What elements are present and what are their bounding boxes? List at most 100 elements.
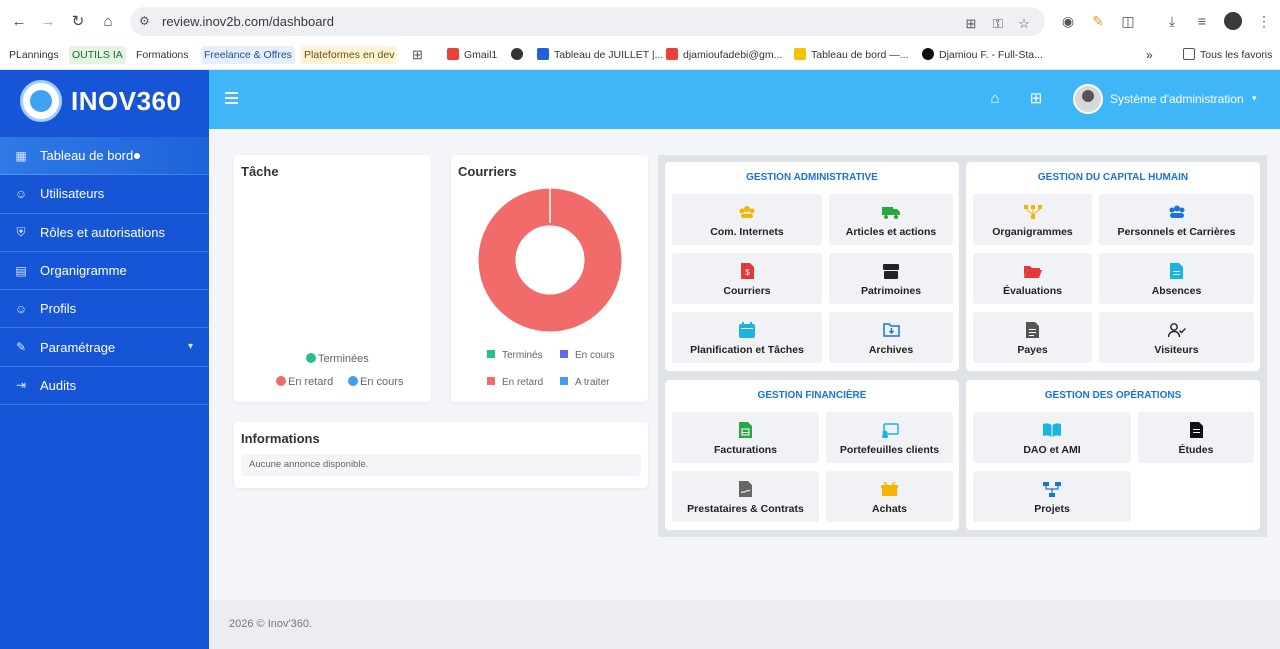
address-bar[interactable]: ⚙ review.inov2b.com/dashboard ⊞ ⚿ ☆ xyxy=(130,7,1045,36)
sidebar-item-organigramme[interactable]: ▤ Organigramme xyxy=(0,252,209,291)
sidebar-item-label: Utilisateurs xyxy=(40,186,105,202)
tile-articles-actions[interactable]: Articles et actions xyxy=(829,194,953,245)
tile-etudes[interactable]: Études xyxy=(1138,412,1254,463)
legend-terminees[interactable]: Terminées xyxy=(306,353,369,365)
active-indicator xyxy=(134,152,141,159)
legend-swatch xyxy=(560,377,568,385)
tile-com-internets[interactable]: Com. Internets xyxy=(672,194,822,245)
tile-prestataires-contrats[interactable]: Prestataires & Contrats xyxy=(672,471,819,522)
bookmark-djamiou-gmail[interactable]: djamioufadebi@gm... xyxy=(663,46,785,64)
bookmarks-bar: PLannings OUTILS IA Formations Freelance… xyxy=(0,42,1280,70)
org-chart-icon xyxy=(973,204,1092,220)
sidebar-item-audits[interactable]: ⇥ Audits xyxy=(0,367,209,406)
bookmark-plannings[interactable]: PLannings xyxy=(6,46,62,64)
bookmark-tableau-juillet[interactable]: Tableau de JUILLET |... xyxy=(534,46,666,64)
hamburger-menu-icon[interactable] xyxy=(225,92,238,104)
tile-facturations[interactable]: Facturations xyxy=(672,412,819,463)
panel-gestion-financiere: GESTION FINANCIÈRE Facturations Portefeu… xyxy=(665,380,959,530)
apps-grid-icon[interactable]: ⊞ xyxy=(409,46,426,64)
logo[interactable]: INOV360 xyxy=(20,80,181,122)
all-bookmarks-button[interactable]: Tous les favoris xyxy=(1180,46,1275,64)
bookmark-outils-ia[interactable]: OUTILS IA xyxy=(69,46,126,64)
tile-archives[interactable]: Archives xyxy=(829,312,953,363)
camera-icon[interactable]: ◉ xyxy=(1059,12,1077,30)
tile-evaluations[interactable]: Évaluations xyxy=(973,253,1092,304)
extensions-icon[interactable]: ◫ xyxy=(1119,12,1137,30)
courriers-card: Courriers Terminés En cours En retard A … xyxy=(451,155,648,402)
globe-bookmark-icon[interactable] xyxy=(508,46,531,64)
legend-swatch xyxy=(487,377,495,385)
sidebar-item-roles[interactable]: ⛨ Rôles et autorisations xyxy=(0,214,209,252)
sidebar-item-profils[interactable]: ☺ Profils xyxy=(0,290,209,329)
dashboard-bookmark-icon xyxy=(794,48,806,60)
home-icon[interactable]: ⌂ xyxy=(985,88,1005,108)
more-bookmarks-button[interactable]: » xyxy=(1143,46,1156,64)
legend-swatch xyxy=(348,376,358,386)
informations-title: Informations xyxy=(241,431,320,446)
bookmark-star-icon[interactable]: ☆ xyxy=(1016,16,1032,32)
tache-title: Tâche xyxy=(241,164,279,179)
legend-en-cours[interactable]: En cours xyxy=(560,350,614,361)
chevron-down-icon[interactable]: ▾ xyxy=(1252,93,1257,104)
tile-absences[interactable]: Absences xyxy=(1099,253,1254,304)
tile-dao-ami[interactable]: DAO et AMI xyxy=(973,412,1131,463)
invoice-file-icon: $ xyxy=(672,263,822,279)
profile-avatar[interactable] xyxy=(1224,12,1242,30)
modules-area: GESTION ADMINISTRATIVE Com. Internets Ar… xyxy=(658,155,1267,537)
media-control-icon[interactable]: ≡ xyxy=(1193,12,1211,30)
upwork-icon xyxy=(922,48,934,60)
folder-open-icon xyxy=(973,263,1092,279)
tile-visiteurs[interactable]: Visiteurs xyxy=(1099,312,1254,363)
legend-en-retard[interactable]: En retard xyxy=(276,376,333,388)
legend-a-traiter[interactable]: A traiter xyxy=(560,377,609,388)
password-key-icon[interactable]: ⚿ xyxy=(990,16,1006,32)
page-footer: 2026 © Inov'360. xyxy=(209,600,1280,649)
bookmark-gmail[interactable]: Gmail1 xyxy=(444,46,500,64)
legend-en-retard[interactable]: En retard xyxy=(487,377,543,388)
panel-title: GESTION FINANCIÈRE xyxy=(757,390,867,401)
tile-organigrammes[interactable]: Organigrammes xyxy=(973,194,1092,245)
courriers-donut-chart[interactable] xyxy=(477,187,623,333)
tile-planification[interactable]: Planification et Tâches xyxy=(672,312,822,363)
sidebar-menu: ▦ Tableau de bord ☺ Utilisateurs ⛨ Rôles… xyxy=(0,137,209,406)
legend-termines[interactable]: Terminés xyxy=(487,350,543,361)
tile-label: Achats xyxy=(871,503,907,515)
reload-icon[interactable]: ↻ xyxy=(68,11,88,31)
site-info-icon[interactable]: ⚙ xyxy=(139,14,153,28)
tile-courriers[interactable]: $ Courriers xyxy=(672,253,822,304)
legend-en-cours[interactable]: En cours xyxy=(348,376,403,388)
user-name[interactable]: Système d'administration xyxy=(1110,92,1244,106)
back-icon[interactable]: ← xyxy=(9,11,29,31)
bookmark-upwork[interactable]: Djamiou F. - Full-Sta... xyxy=(919,46,1046,64)
translate-icon[interactable]: ⊞ xyxy=(963,16,979,32)
tile-payes[interactable]: Payes xyxy=(973,312,1092,363)
bookmark-plateformes[interactable]: Plateformes en dev xyxy=(301,46,398,64)
sidebar-item-utilisateurs[interactable]: ☺ Utilisateurs xyxy=(0,175,209,214)
download-icon[interactable]: ⤓ xyxy=(1163,12,1181,30)
apps-add-icon[interactable]: ⊞ xyxy=(1026,88,1046,108)
document-icon xyxy=(1138,422,1254,438)
tile-patrimoines[interactable]: Patrimoines xyxy=(829,253,953,304)
sidebar-item-label: Rôles et autorisations xyxy=(40,224,166,240)
tile-portefeuilles-clients[interactable]: Portefeuilles clients xyxy=(826,412,953,463)
bookmark-freelance[interactable]: Freelance & Offres xyxy=(201,46,295,64)
home-icon[interactable]: ⌂ xyxy=(98,11,118,31)
tile-personnels-carrieres[interactable]: Personnels et Carrières xyxy=(1099,194,1254,245)
tile-projets[interactable]: Projets xyxy=(973,471,1131,522)
panel-gestion-capital-humain: GESTION DU CAPITAL HUMAIN Organigrammes … xyxy=(966,162,1260,371)
forward-icon[interactable]: → xyxy=(38,11,58,31)
footer-copyright: 2026 © Inov'360. xyxy=(229,618,312,630)
user-avatar[interactable] xyxy=(1073,84,1103,114)
tile-achats[interactable]: Achats xyxy=(826,471,953,522)
all-bookmarks-label: Tous les favoris xyxy=(1200,49,1273,61)
bookmark-tableau-de-bord[interactable]: Tableau de bord —... xyxy=(791,46,911,64)
menu-dots-icon[interactable]: ⋮ xyxy=(1255,12,1273,30)
sidebar-item-dashboard[interactable]: ▦ Tableau de bord xyxy=(0,137,209,176)
pen-extension-icon[interactable]: ✎ xyxy=(1089,12,1107,30)
tile-label: DAO et AMI xyxy=(1023,444,1081,456)
url-text[interactable]: review.inov2b.com/dashboard xyxy=(162,14,334,29)
sidebar-item-parametrage[interactable]: ✎ Paramétrage ▾ xyxy=(0,328,209,367)
sign-in-icon: ⇥ xyxy=(15,378,27,393)
bookmark-djamiou-gmail-label: djamioufadebi@gm... xyxy=(683,49,783,61)
bookmark-formations[interactable]: Formations xyxy=(133,46,192,64)
